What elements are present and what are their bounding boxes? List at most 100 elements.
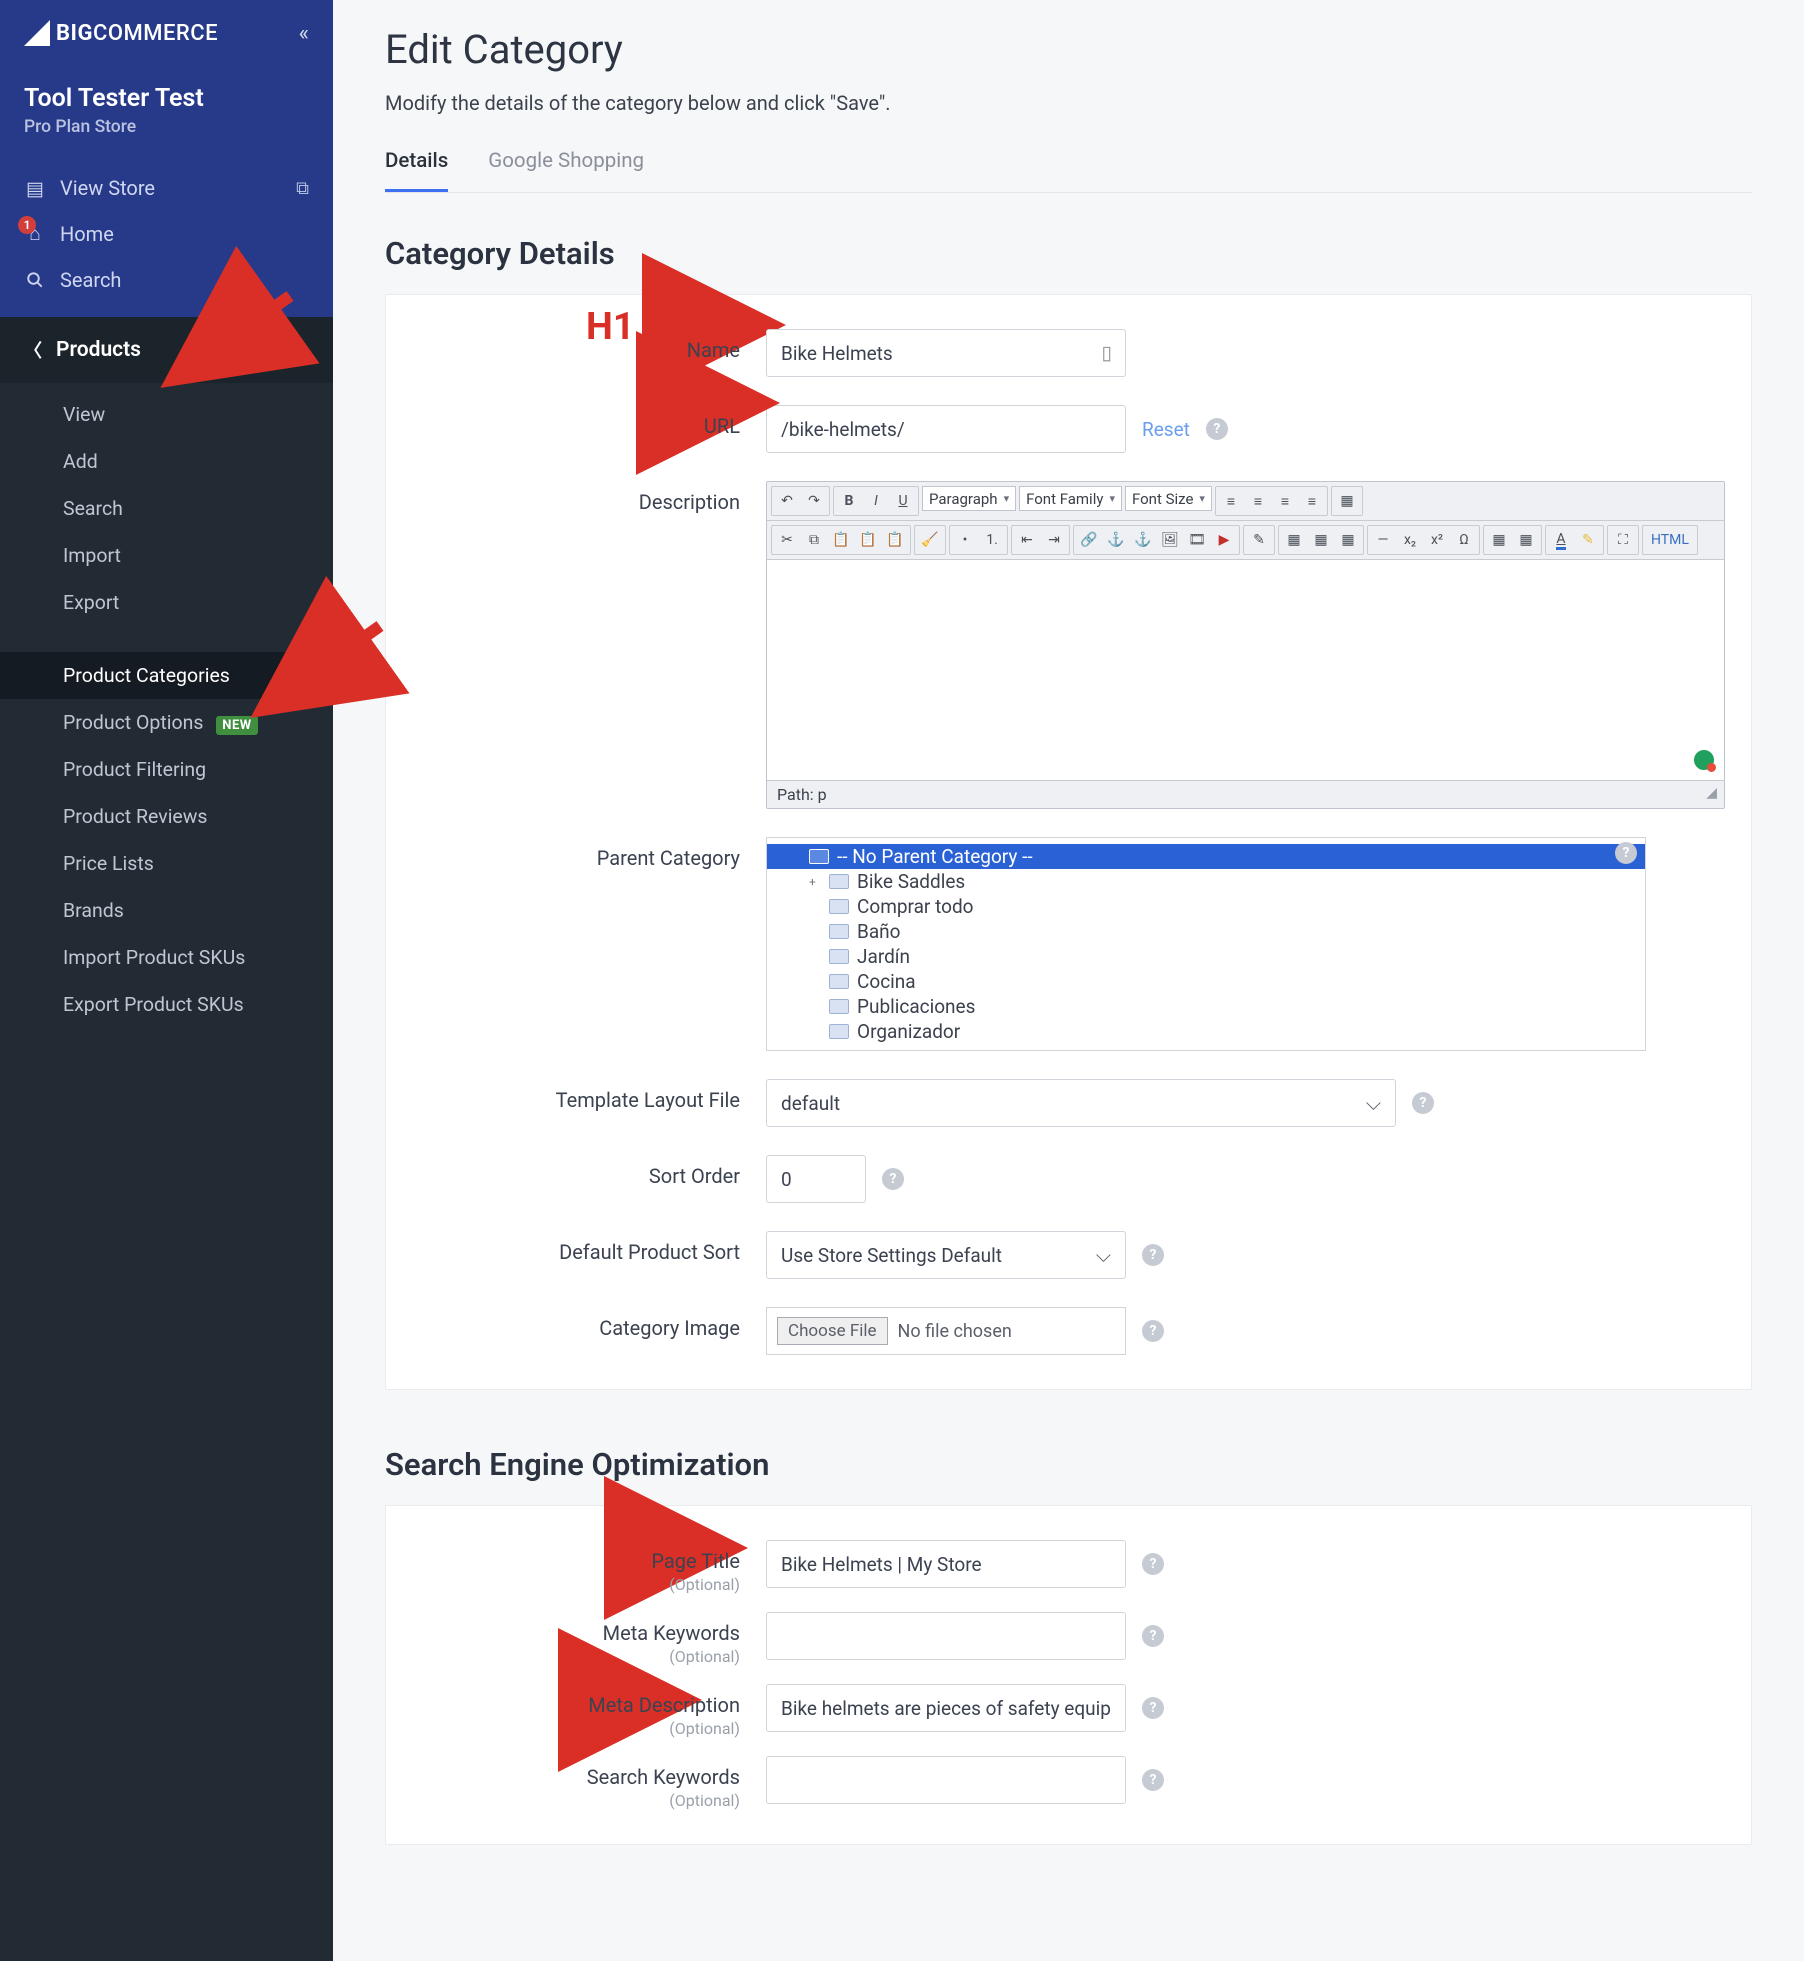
label-template: Template Layout File bbox=[386, 1079, 766, 1112]
tree-row[interactable]: Organizador bbox=[767, 1019, 1645, 1044]
bg-color-icon[interactable]: ✎ bbox=[1575, 528, 1601, 552]
help-icon[interactable]: ? bbox=[1615, 842, 1637, 864]
subnav-import[interactable]: Import bbox=[0, 532, 333, 579]
nav-search[interactable]: Search bbox=[0, 257, 333, 303]
url-reset-link[interactable]: Reset bbox=[1142, 418, 1190, 441]
editor-paragraph-select[interactable]: Paragraph▾ bbox=[922, 486, 1016, 511]
table-icon[interactable]: ▦ bbox=[1281, 528, 1307, 552]
paste-word-icon[interactable]: 📋 bbox=[882, 528, 908, 552]
tree-row[interactable]: Publicaciones bbox=[767, 994, 1645, 1019]
nav-home[interactable]: ⌂ 1 Home bbox=[0, 211, 333, 257]
char-icon[interactable]: Ω bbox=[1451, 528, 1477, 552]
input-name[interactable] bbox=[766, 329, 1126, 377]
fullscreen-icon[interactable]: ⛶ bbox=[1610, 528, 1636, 552]
help-icon[interactable]: ? bbox=[882, 1168, 904, 1190]
subnav-product-filtering[interactable]: Product Filtering bbox=[0, 746, 333, 793]
input-search-keywords[interactable] bbox=[766, 1756, 1126, 1804]
tab-google-shopping[interactable]: Google Shopping bbox=[488, 149, 644, 192]
parent-category-tree[interactable]: ? -- No Parent Category --+Bike SaddlesC… bbox=[766, 837, 1646, 1051]
tab-details[interactable]: Details bbox=[385, 149, 448, 192]
embed2-icon[interactable]: ▦ bbox=[1513, 528, 1539, 552]
html-icon[interactable]: HTML bbox=[1645, 528, 1695, 552]
sub-icon[interactable]: x₂ bbox=[1397, 528, 1423, 552]
chevron-down-icon: ⌵ bbox=[1366, 1091, 1381, 1115]
help-icon[interactable]: ? bbox=[1142, 1320, 1164, 1342]
select-template[interactable]: default ⌵ bbox=[766, 1079, 1396, 1127]
clear-format-icon[interactable]: 🧹 bbox=[917, 528, 943, 552]
input-meta-description[interactable] bbox=[766, 1684, 1126, 1732]
input-sort-order[interactable] bbox=[766, 1155, 866, 1203]
list-bullet-icon[interactable]: • bbox=[952, 528, 978, 552]
outdent-icon[interactable]: ⇤ bbox=[1014, 528, 1040, 552]
tree-row[interactable]: Jardín bbox=[767, 944, 1645, 969]
help-icon[interactable]: ? bbox=[1142, 1244, 1164, 1266]
align-right-icon[interactable]: ≡ bbox=[1272, 489, 1298, 513]
underline-icon[interactable]: U bbox=[890, 489, 916, 513]
subnav-product-reviews[interactable]: Product Reviews bbox=[0, 793, 333, 840]
tree-expander-icon[interactable]: + bbox=[809, 875, 821, 889]
copy-icon[interactable]: ⧉ bbox=[801, 528, 827, 552]
more-icon[interactable]: ▦ bbox=[1334, 489, 1360, 513]
help-icon[interactable]: ? bbox=[1206, 418, 1228, 440]
sup-icon[interactable]: x² bbox=[1424, 528, 1450, 552]
hr-icon[interactable]: — bbox=[1370, 528, 1396, 552]
paste-text-icon[interactable]: 📋 bbox=[855, 528, 881, 552]
list-number-icon[interactable]: 1. bbox=[979, 528, 1005, 552]
redo-icon[interactable]: ↷ bbox=[801, 489, 827, 513]
input-page-title[interactable] bbox=[766, 1540, 1126, 1588]
tree-row[interactable]: -- No Parent Category -- bbox=[767, 844, 1645, 869]
tree-row[interactable]: Cocina bbox=[767, 969, 1645, 994]
subnav-export-skus[interactable]: Export Product SKUs bbox=[0, 981, 333, 1028]
editor-font-size-select[interactable]: Font Size▾ bbox=[1125, 486, 1212, 511]
indent-icon[interactable]: ⇥ bbox=[1041, 528, 1067, 552]
youtube-icon[interactable]: ▶ bbox=[1211, 528, 1237, 552]
anchor-icon[interactable]: ⚓ bbox=[1130, 528, 1156, 552]
help-icon[interactable]: ? bbox=[1142, 1697, 1164, 1719]
tree-row[interactable]: Comprar todo bbox=[767, 894, 1645, 919]
choose-file-button[interactable]: Choose File bbox=[777, 1317, 888, 1345]
bold-icon[interactable]: B bbox=[836, 489, 862, 513]
text-color-icon[interactable]: A bbox=[1548, 528, 1574, 552]
subnav-product-categories[interactable]: Product Categories bbox=[0, 652, 333, 699]
table-row-icon[interactable]: ▦ bbox=[1308, 528, 1334, 552]
resize-handle-icon[interactable]: ◢ bbox=[1706, 785, 1714, 804]
align-justify-icon[interactable]: ≡ bbox=[1299, 489, 1325, 513]
tree-row[interactable]: +Bike Saddles bbox=[767, 869, 1645, 894]
subnav-product-options[interactable]: Product Options NEW bbox=[0, 699, 333, 746]
sidebar-section-products[interactable]: 〈 Products bbox=[0, 317, 333, 383]
help-icon[interactable]: ? bbox=[1142, 1625, 1164, 1647]
align-center-icon[interactable]: ≡ bbox=[1245, 489, 1271, 513]
subnav-price-lists[interactable]: Price Lists bbox=[0, 840, 333, 887]
help-icon[interactable]: ? bbox=[1412, 1092, 1434, 1114]
select-default-sort[interactable]: Use Store Settings Default ⌵ bbox=[766, 1231, 1126, 1279]
subnav-add[interactable]: Add bbox=[0, 438, 333, 485]
subnav-search[interactable]: Search bbox=[0, 485, 333, 532]
editor-font-family-select[interactable]: Font Family▾ bbox=[1019, 486, 1122, 511]
unlink-icon[interactable]: ⚓ bbox=[1103, 528, 1129, 552]
help-icon[interactable]: ? bbox=[1142, 1769, 1164, 1791]
subnav-brands[interactable]: Brands bbox=[0, 887, 333, 934]
link-icon[interactable]: 🔗 bbox=[1076, 528, 1102, 552]
subnav-export[interactable]: Export bbox=[0, 579, 333, 626]
brand-logo[interactable]: BIGCOMMERCE bbox=[24, 20, 218, 46]
nav-view-store[interactable]: ▤ View Store ⧉ bbox=[0, 165, 333, 211]
help-icon[interactable]: ? bbox=[1142, 1553, 1164, 1575]
image-icon[interactable]: 🖼 bbox=[1157, 528, 1183, 552]
italic-icon[interactable]: I bbox=[863, 489, 889, 513]
tree-row[interactable]: Baño bbox=[767, 919, 1645, 944]
table-col-icon[interactable]: ▦ bbox=[1335, 528, 1361, 552]
input-category-image[interactable]: Choose File No file chosen bbox=[766, 1307, 1126, 1355]
cut-icon[interactable]: ✂ bbox=[774, 528, 800, 552]
paste-icon[interactable]: 📋 bbox=[828, 528, 854, 552]
editor-body[interactable] bbox=[767, 560, 1724, 780]
align-left-icon[interactable]: ≡ bbox=[1218, 489, 1244, 513]
input-url[interactable] bbox=[766, 405, 1126, 453]
embed-icon[interactable]: ▦ bbox=[1486, 528, 1512, 552]
subnav-import-skus[interactable]: Import Product SKUs bbox=[0, 934, 333, 981]
subnav-view[interactable]: View bbox=[0, 391, 333, 438]
input-meta-keywords[interactable] bbox=[766, 1612, 1126, 1660]
undo-icon[interactable]: ↶ bbox=[774, 489, 800, 513]
edit-icon[interactable]: ✎ bbox=[1246, 528, 1272, 552]
collapse-sidebar-icon[interactable]: « bbox=[299, 21, 309, 46]
media-icon[interactable]: 🎞 bbox=[1184, 528, 1210, 552]
